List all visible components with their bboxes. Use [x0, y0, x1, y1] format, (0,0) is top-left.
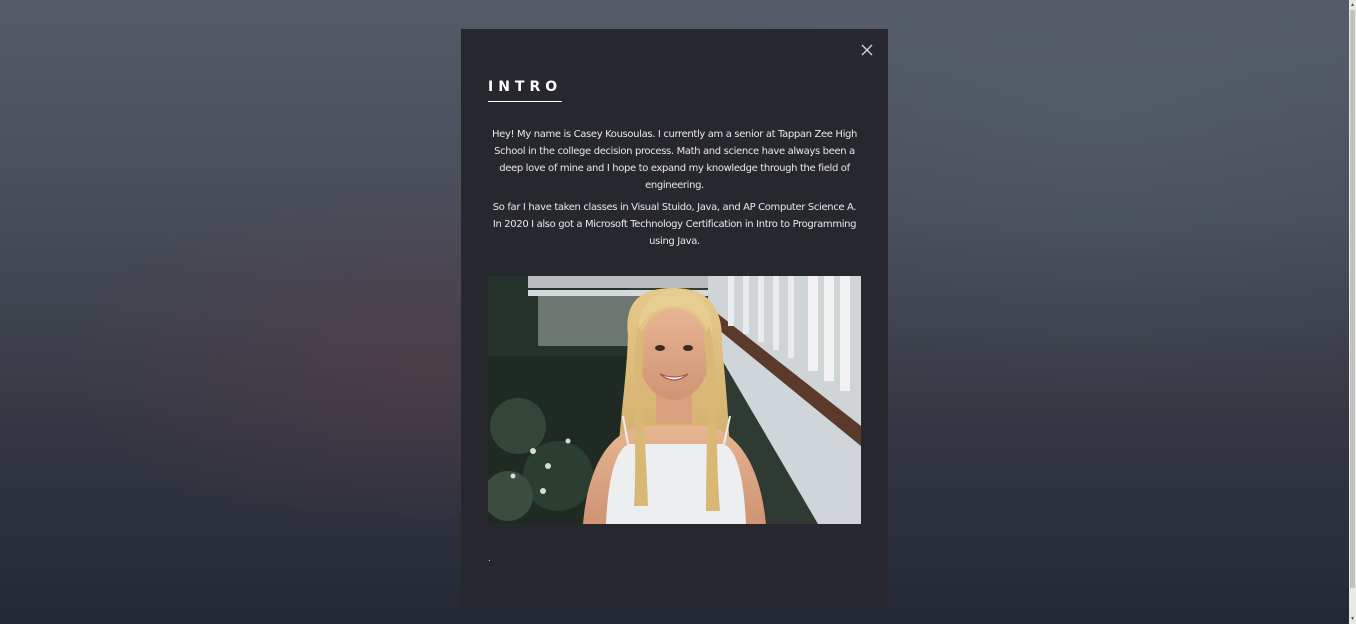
- portrait-image: [488, 276, 861, 524]
- scroll-up-arrow-icon[interactable]: ▴: [1349, 0, 1356, 10]
- close-button[interactable]: [858, 41, 876, 59]
- close-icon[interactable]: [858, 41, 876, 59]
- intro-paragraph: Hey! My name is Casey Kousoulas. I curre…: [492, 129, 857, 191]
- certification-line: In 2020 I also got a Microsoft Technolog…: [492, 219, 857, 247]
- page-scrollbar[interactable]: ▴ ▾: [1349, 0, 1356, 624]
- portrait-photo: [488, 276, 861, 524]
- intro-modal: INTRO Hey! My name is Casey Kousoulas. I…: [461, 29, 888, 606]
- modal-title: INTRO: [488, 79, 563, 102]
- scroll-down-arrow-icon[interactable]: ▾: [1349, 614, 1356, 624]
- scrollbar-thumb[interactable]: [1350, 10, 1355, 588]
- classes-line: So far I have taken classes in Visual St…: [492, 202, 857, 213]
- trailing-text: .: [488, 553, 491, 564]
- classes-paragraph: So far I have taken classes in Visual St…: [488, 199, 861, 250]
